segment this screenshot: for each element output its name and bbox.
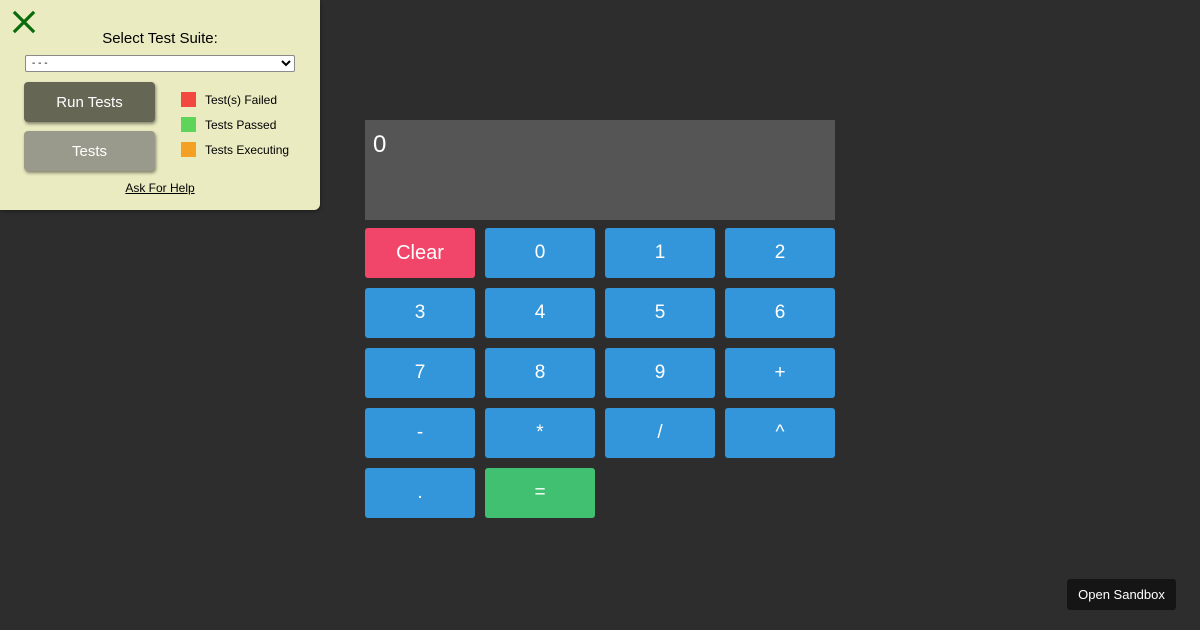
legend-item-passed: Tests Passed (181, 117, 289, 132)
suite-title: Select Test Suite: (102, 30, 218, 47)
key-9-button[interactable]: 9 (605, 348, 715, 398)
key-3-button[interactable]: 3 (365, 288, 475, 338)
passed-swatch (181, 117, 196, 132)
key-1-button[interactable]: 1 (605, 228, 715, 278)
key-4-button[interactable]: 4 (485, 288, 595, 338)
multiply-button[interactable]: * (485, 408, 595, 458)
clear-button[interactable]: Clear (365, 228, 475, 278)
failed-swatch (181, 92, 196, 107)
legend-item-failed: Test(s) Failed (181, 92, 289, 107)
executing-swatch (181, 142, 196, 157)
key-0-button[interactable]: 0 (485, 228, 595, 278)
test-legend: Test(s) Failed Tests Passed Tests Execut… (181, 92, 289, 167)
key-6-button[interactable]: 6 (725, 288, 835, 338)
test-suite-select[interactable]: - - - (25, 55, 295, 72)
calculator-display: 0 (365, 120, 835, 220)
tests-button[interactable]: Tests (24, 131, 155, 171)
key-8-button[interactable]: 8 (485, 348, 595, 398)
plus-button[interactable]: + (725, 348, 835, 398)
key-7-button[interactable]: 7 (365, 348, 475, 398)
legend-item-executing: Tests Executing (181, 142, 289, 157)
key-2-button[interactable]: 2 (725, 228, 835, 278)
divide-button[interactable]: / (605, 408, 715, 458)
legend-label-passed: Tests Passed (205, 117, 277, 132)
minus-button[interactable]: - (365, 408, 475, 458)
key-5-button[interactable]: 5 (605, 288, 715, 338)
open-sandbox-button[interactable]: Open Sandbox (1067, 579, 1176, 610)
decimal-button[interactable]: . (365, 468, 475, 518)
run-tests-button[interactable]: Run Tests (24, 82, 155, 122)
ask-for-help-link[interactable]: Ask For Help (0, 181, 320, 195)
equals-button[interactable]: = (485, 468, 595, 518)
test-panel: Select Test Suite: - - - Run Tests Tests… (0, 0, 320, 210)
legend-label-failed: Test(s) Failed (205, 92, 278, 107)
legend-label-executing: Tests Executing (205, 142, 290, 157)
power-button[interactable]: ^ (725, 408, 835, 458)
